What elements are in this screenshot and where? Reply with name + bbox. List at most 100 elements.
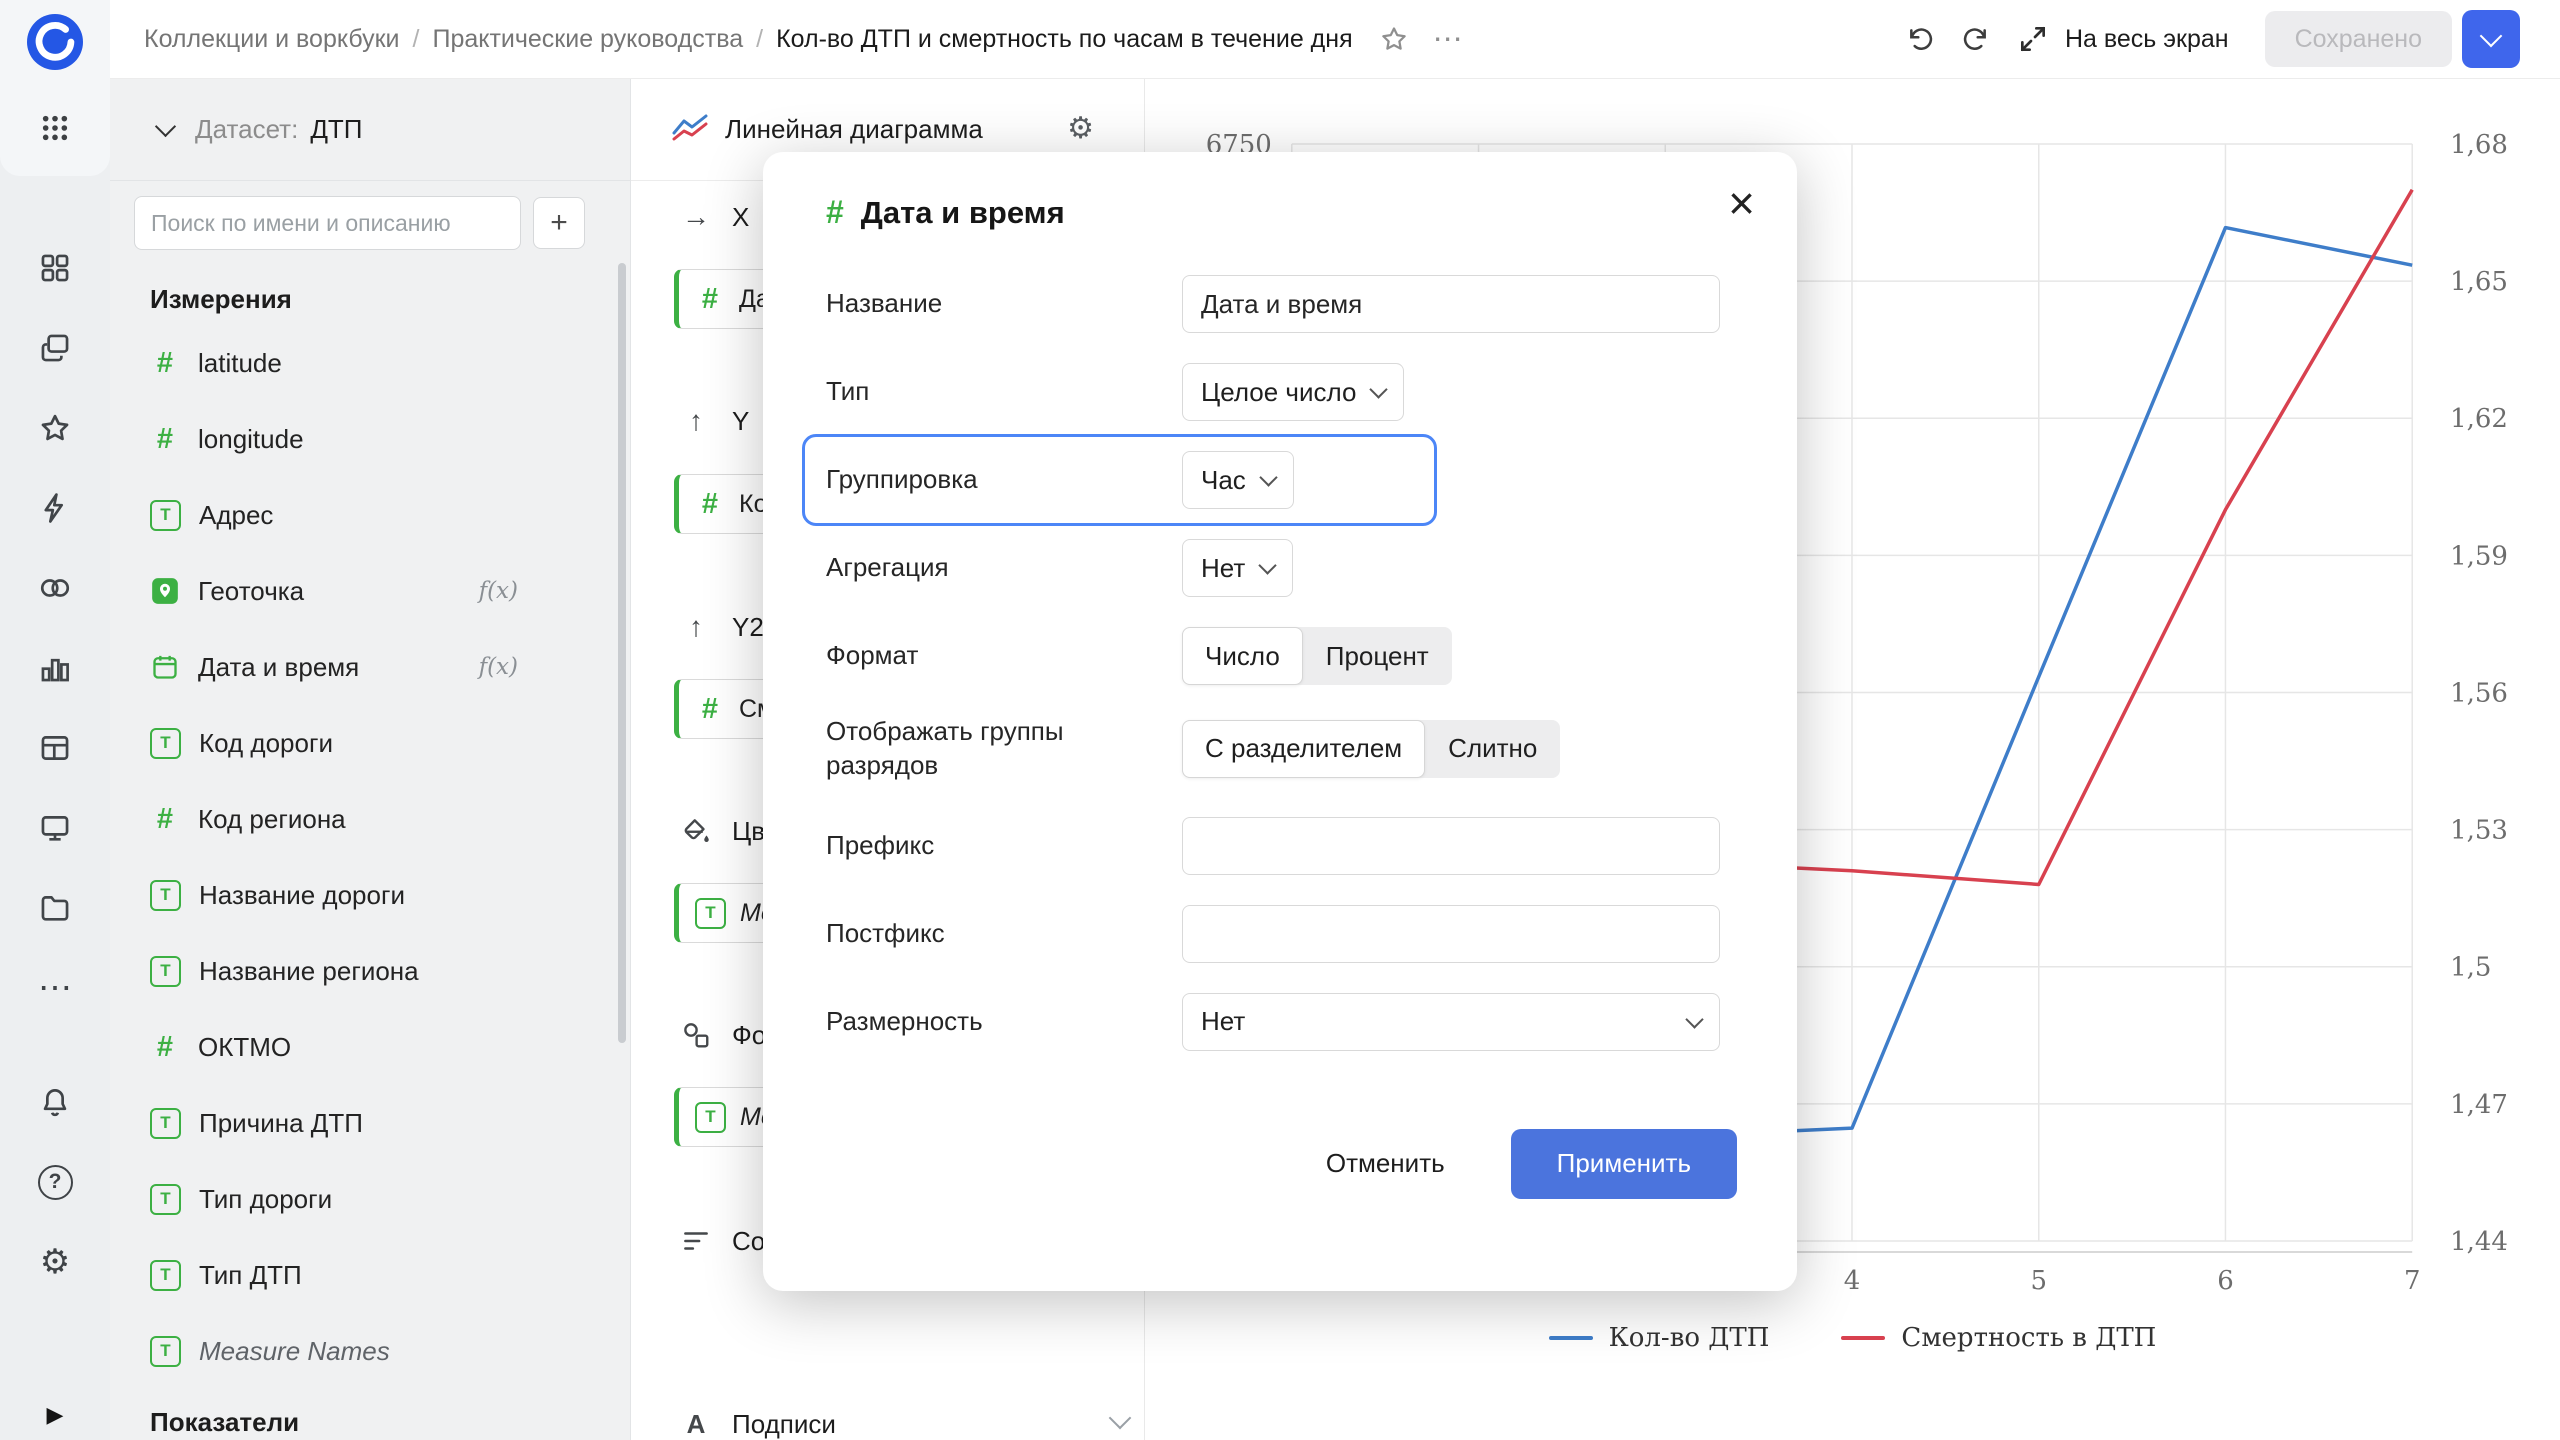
scrollbar[interactable] [618, 263, 626, 1043]
field-label: Measure Names [199, 1335, 390, 1366]
cancel-button[interactable]: Отменить [1320, 1148, 1451, 1179]
list-item[interactable]: Геоточка f(x) [110, 553, 630, 629]
search-input[interactable] [134, 196, 521, 250]
svg-text:4: 4 [1844, 1266, 1861, 1296]
editor-lightning-icon[interactable] [27, 480, 83, 536]
dataset-selector[interactable]: Датасет: ДТП [110, 78, 630, 181]
list-item[interactable]: # ОКТМО [110, 1009, 630, 1085]
list-item[interactable]: # longitude [110, 401, 630, 477]
undo-icon[interactable] [1905, 24, 1935, 54]
formula-badge: f(x) [478, 654, 518, 680]
monitor-icon[interactable] [27, 800, 83, 856]
digit-groups-option-plain[interactable]: Слитно [1425, 720, 1560, 778]
field-label: longitude [198, 423, 304, 454]
charts-icon[interactable] [27, 640, 83, 696]
favorites-star-icon[interactable] [27, 400, 83, 456]
dataset-name: ДТП [310, 113, 363, 144]
svg-text:1,68: 1,68 [2450, 130, 2508, 160]
chevron-down-icon [1685, 1009, 1704, 1029]
saved-button[interactable]: Сохранено [2264, 11, 2452, 67]
fullscreen-label[interactable]: На весь экран [2065, 25, 2229, 54]
field-label: Дата и время [198, 651, 360, 682]
name-input[interactable] [1182, 275, 1720, 333]
legend-label: Кол-во ДТП [1608, 1323, 1770, 1353]
svg-text:1,47: 1,47 [2450, 1090, 2508, 1120]
svg-text:1,59: 1,59 [2450, 541, 2508, 571]
field-label: Название региона [199, 955, 419, 986]
svg-text:5: 5 [2030, 1266, 2047, 1296]
files-folder-icon[interactable] [27, 880, 83, 936]
list-item[interactable]: T Название региона [110, 933, 630, 1009]
rail-header [0, 0, 110, 176]
grouping-select[interactable]: Час [1182, 451, 1294, 509]
apply-button[interactable]: Применить [1510, 1128, 1737, 1199]
settings-gear-icon[interactable]: ⚙ [27, 1234, 83, 1290]
favorite-star-icon[interactable] [1379, 24, 1409, 54]
digit-groups-option-separator[interactable]: С разделителем [1182, 719, 1426, 778]
collections-icon[interactable] [27, 320, 83, 376]
list-item[interactable]: T Measure Names [110, 1313, 630, 1389]
more-actions-icon[interactable]: ⋯ [1433, 22, 1465, 57]
legend-item[interactable]: Кол-во ДТП [1548, 1323, 1770, 1353]
format-option-percent[interactable]: Процент [1303, 627, 1452, 685]
notifications-bell-icon[interactable] [27, 1074, 83, 1130]
dimension-select[interactable]: Нет [1182, 992, 1720, 1051]
shapes-icon [679, 1020, 713, 1050]
list-item[interactable]: T Причина ДТП [110, 1085, 630, 1161]
row-aggregation: Агрегация Нет [826, 539, 1737, 597]
chart-type-selector[interactable]: Линейная диаграмма [725, 114, 983, 145]
chart-legend: Кол-во ДТП Смертность в ДТП [1145, 1323, 2560, 1353]
legend-swatch [1548, 1336, 1593, 1340]
type-select[interactable]: Целое число [1182, 363, 1405, 421]
arrow-up-icon: ↑ [689, 405, 703, 436]
section-y2: ↑ Y2 [631, 607, 764, 647]
hash-icon: # [701, 282, 719, 315]
fullscreen-icon[interactable] [2017, 23, 2049, 55]
aggregation-select[interactable]: Нет [1182, 539, 1294, 597]
connections-icon[interactable] [27, 560, 83, 616]
list-item[interactable]: T Адрес [110, 477, 630, 553]
text-type-icon: T [150, 1183, 181, 1215]
dashboards-icon[interactable] [27, 240, 83, 296]
breadcrumb-item[interactable]: Коллекции и воркбуки [144, 25, 400, 54]
scroll-down-icon[interactable] [1108, 1406, 1132, 1430]
page-title: Кол-во ДТП и смертность по часам в течен… [776, 24, 1353, 53]
redo-icon[interactable] [1961, 24, 1991, 54]
more-icon[interactable]: ⋯ [27, 960, 83, 1016]
prefix-input[interactable] [1182, 816, 1720, 875]
breadcrumb-item[interactable]: Практические руководства [432, 25, 743, 54]
list-item[interactable]: # latitude [110, 325, 630, 401]
collapse-sidebar-icon[interactable]: ▶ [0, 1402, 110, 1428]
format-segmented: Число Процент [1182, 627, 1452, 685]
hash-icon: # [701, 692, 719, 725]
row-grouping: Группировка Час [802, 434, 1737, 526]
list-item[interactable]: T Тип ДТП [110, 1237, 630, 1313]
list-item[interactable]: Дата и время f(x) [110, 629, 630, 705]
list-item[interactable]: # Код региона [110, 781, 630, 857]
datalens-logo[interactable] [27, 14, 83, 70]
chevron-down-icon [2479, 24, 2503, 48]
save-menu-button[interactable] [2462, 10, 2520, 68]
svg-text:1,53: 1,53 [2450, 816, 2508, 846]
legend-swatch [1841, 1336, 1886, 1340]
datasets-table-icon[interactable] [27, 720, 83, 776]
geopoint-icon [150, 576, 180, 606]
text-type-icon: T [150, 1107, 181, 1139]
chart-settings-gear-icon[interactable]: ⚙ [1067, 114, 1094, 144]
dataset-label: Датасет: [195, 113, 299, 144]
postfix-input[interactable] [1182, 904, 1720, 963]
list-item[interactable]: T Название дороги [110, 857, 630, 933]
row-digit-groups: Отображать группы разрядов С разделителе… [826, 715, 1737, 783]
format-option-number[interactable]: Число [1182, 627, 1303, 685]
help-icon[interactable]: ? [27, 1154, 83, 1210]
apps-grid-icon[interactable] [27, 100, 83, 156]
list-item[interactable]: T Тип дороги [110, 1161, 630, 1237]
list-item[interactable]: T Код дороги [110, 705, 630, 781]
add-field-button[interactable]: + [533, 197, 585, 249]
field-label: Код дороги [199, 727, 333, 758]
text-type-icon: T [150, 955, 181, 987]
close-icon[interactable]: × [1724, 176, 1759, 230]
field-label: latitude [198, 347, 282, 378]
legend-item[interactable]: Смертность в ДТП [1841, 1323, 2156, 1353]
chevron-down-icon [1259, 468, 1278, 487]
